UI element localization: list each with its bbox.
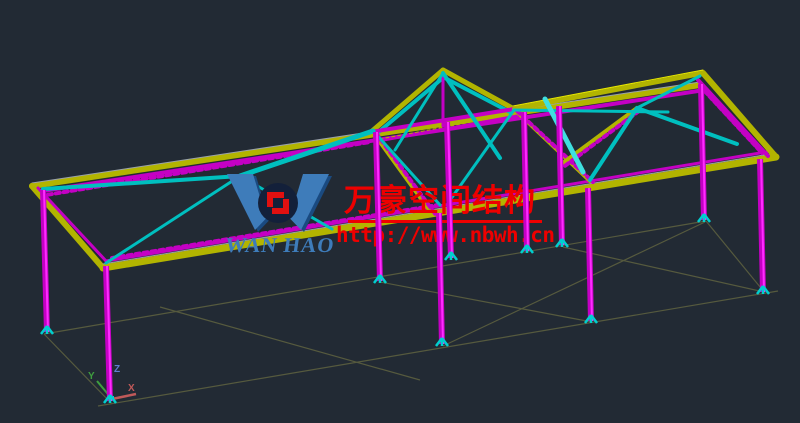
right-hip-beam [703, 73, 776, 157]
web-diagonal [372, 131, 432, 214]
ucs-x-axis [112, 394, 136, 399]
structure-3d-wireframe: X Y Z [0, 0, 800, 423]
ground-diagonal [380, 282, 592, 322]
ucs-origin [109, 396, 114, 401]
ground-grid [44, 221, 778, 406]
cad-viewport[interactable]: X Y Z WAN HAO 万豪空间结构 http://www.nbwh.cn [0, 0, 800, 423]
web-diagonal [560, 108, 637, 165]
ucs-y-label: Y [88, 371, 95, 382]
brace [240, 176, 332, 229]
ground-line-right [706, 221, 765, 293]
truss-teeth [112, 205, 438, 258]
ground-diagonal [563, 247, 764, 292]
left-end-beam [32, 186, 103, 268]
roof-truss [32, 70, 776, 268]
ucs-icon: X Y Z [88, 364, 136, 401]
gable-right-inner-chord [443, 77, 510, 112]
brace [375, 133, 440, 205]
ground-line-front [98, 291, 778, 406]
ground-diagonal [160, 307, 420, 380]
front-eave-beam [103, 157, 776, 268]
left-end-chord [38, 188, 107, 262]
ucs-x-label: X [128, 383, 135, 394]
edge-highlight [103, 153, 776, 264]
ground-line-left [44, 334, 112, 404]
brace [637, 108, 737, 144]
ucs-z-label: Z [114, 364, 120, 375]
brace [590, 108, 637, 180]
ground-diagonal [443, 222, 705, 346]
ucs-z-axis [110, 374, 112, 399]
